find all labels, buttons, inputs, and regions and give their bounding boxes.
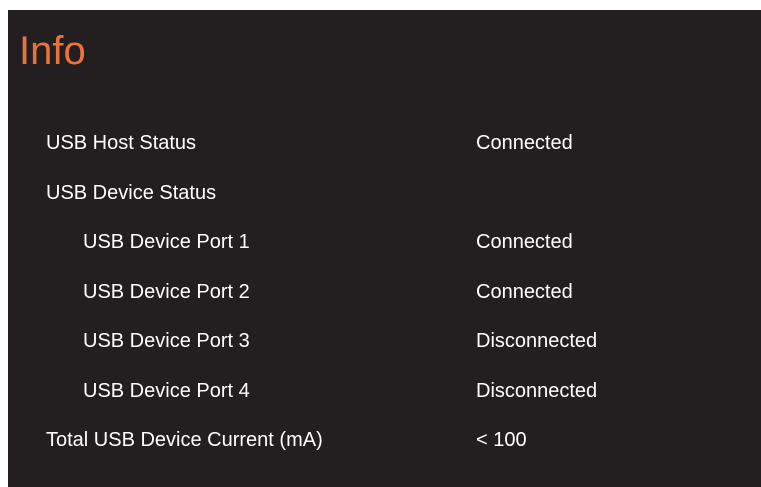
info-panel: Info USB Host Status Connected USB Devic… <box>8 10 761 487</box>
total-usb-device-current-value: < 100 <box>476 429 527 451</box>
usb-device-port-2-row: USB Device Port 2 Connected <box>8 268 761 318</box>
usb-device-port-2-value: Connected <box>476 280 573 303</box>
total-usb-device-current-label: Total USB Device Current (mA) <box>46 429 323 451</box>
status-list: USB Host Status Connected USB Device Sta… <box>8 119 761 466</box>
usb-device-port-1-label: USB Device Port 1 <box>83 231 250 253</box>
usb-device-port-1-value: Connected <box>476 231 573 253</box>
usb-host-status-label: USB Host Status <box>46 132 197 154</box>
page-title: Info <box>19 29 86 73</box>
usb-host-status-value: Connected <box>476 132 573 154</box>
usb-device-port-1-row: USB Device Port 1 Connected <box>8 218 761 268</box>
usb-device-port-4-value: Disconnected <box>476 379 598 402</box>
usb-device-port-3-label: USB Device Port 3 <box>83 330 250 352</box>
usb-host-status-row: USB Host Status Connected <box>8 119 761 169</box>
usb-device-port-4-row: USB Device Port 4 Disconnected <box>8 367 761 417</box>
usb-device-port-4-label: USB Device Port 4 <box>83 379 250 402</box>
usb-device-status-row: USB Device Status <box>8 169 761 219</box>
usb-device-port-2-label: USB Device Port 2 <box>83 280 250 303</box>
usb-device-port-3-value: Disconnected <box>476 330 598 352</box>
total-usb-device-current-row: Total USB Device Current (mA) < 100 <box>8 416 761 466</box>
usb-device-status-label: USB Device Status <box>46 181 217 204</box>
usb-device-port-3-row: USB Device Port 3 Disconnected <box>8 317 761 367</box>
